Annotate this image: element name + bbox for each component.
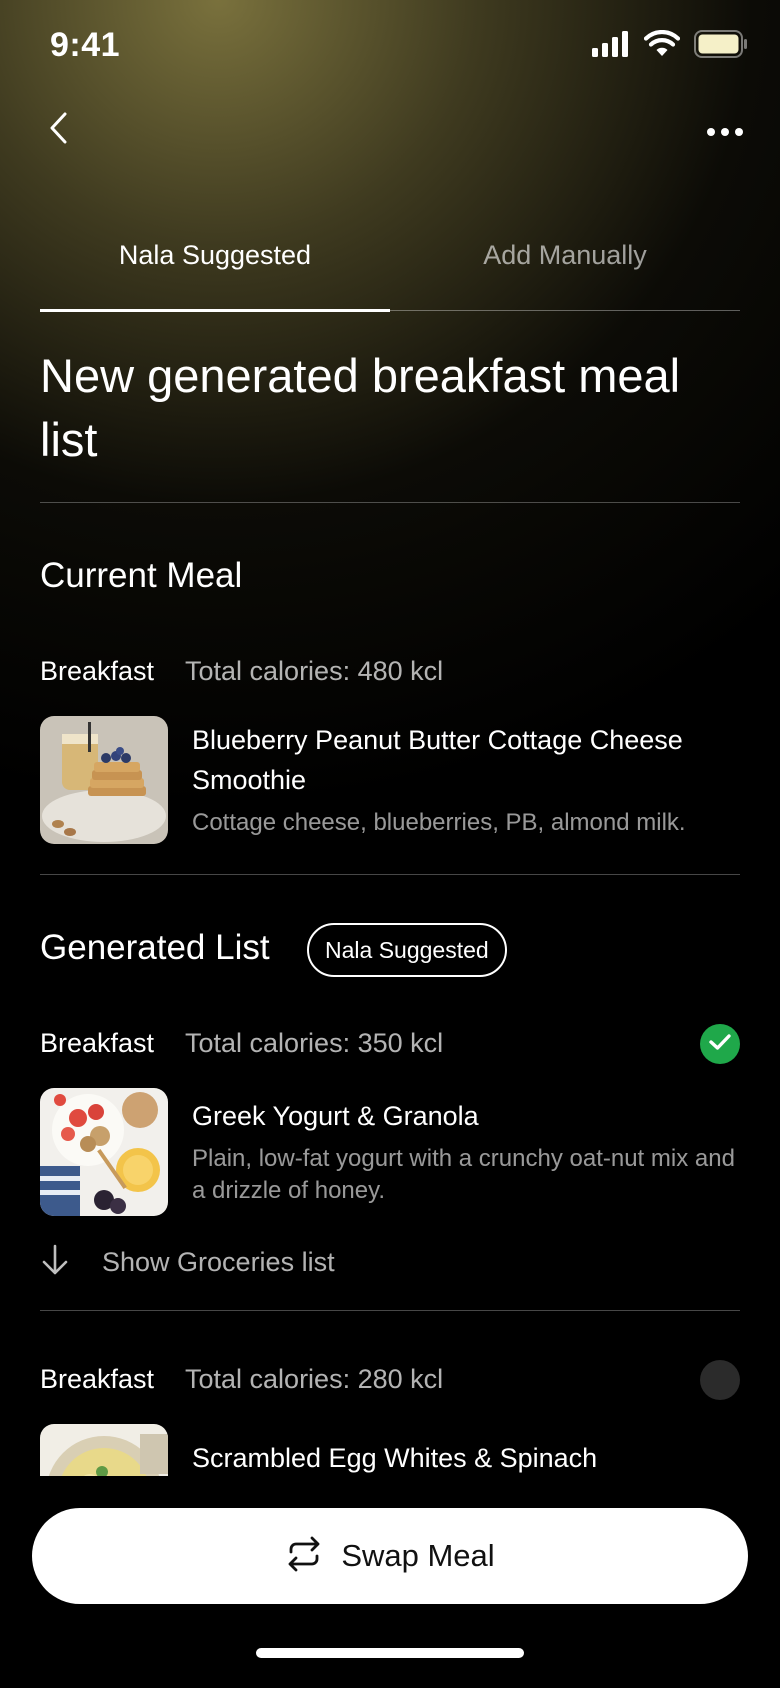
tab-bar: Nala Suggested Add Manually (40, 232, 740, 312)
calories-label: Total calories: 480 kcl (185, 656, 444, 686)
more-options-button[interactable] (700, 110, 750, 154)
meal-name: Greek Yogurt & Granola (192, 1101, 479, 1131)
show-groceries-toggle[interactable]: Show Groceries list (40, 1240, 335, 1284)
divider (40, 1310, 740, 1311)
tab-add-manually[interactable]: Add Manually (390, 232, 740, 271)
meal-type-label: Breakfast (40, 1364, 155, 1394)
chevron-left-icon (47, 111, 69, 150)
meal-type-label: Breakfast (40, 1028, 155, 1058)
status-icons (592, 30, 748, 63)
page-title: New generated breakfast meal list (40, 349, 681, 466)
select-meal-checkbox[interactable] (700, 1024, 740, 1064)
battery-icon (694, 30, 748, 63)
more-dot (735, 128, 743, 136)
meal-type-label: Breakfast (40, 656, 155, 686)
meal-swap-screen: 9:41 Nala Suggested Add Manually New gen… (0, 0, 780, 1688)
show-groceries-label: Show Groceries list (102, 1246, 335, 1277)
select-meal-checkbox[interactable] (700, 1360, 740, 1400)
meal-image (40, 1088, 168, 1216)
current-meal-name: Blueberry Peanut Butter Cottage Cheese S… (192, 725, 683, 795)
more-horizontal-icon (707, 128, 715, 136)
current-meal-heading: Current Meal (40, 556, 243, 595)
meal-image (40, 1424, 168, 1476)
swap-meal-label: Swap Meal (341, 1538, 495, 1573)
more-dot (721, 128, 729, 136)
checkmark-icon (708, 1032, 732, 1057)
wifi-icon (643, 30, 681, 63)
divider (40, 874, 740, 875)
swap-arrows-icon (285, 1535, 323, 1578)
tab-nala-suggested[interactable]: Nala Suggested (40, 232, 390, 271)
current-meal-description: Cottage cheese, blueberries, PB, almond … (192, 809, 686, 836)
scroll-clip: Scrambled Egg Whites & Spinach (0, 1410, 780, 1476)
calories-label: Total calories: 280 kcl (185, 1364, 444, 1394)
meal-name: Scrambled Egg Whites & Spinach (192, 1443, 598, 1473)
generated-list-heading: Generated List (40, 928, 270, 967)
nala-suggested-badge: Nala Suggested (307, 923, 507, 977)
cellular-signal-icon (592, 31, 630, 62)
meal-description: Plain, low-fat yogurt with a crunchy oat… (192, 1145, 735, 1204)
home-indicator (256, 1648, 524, 1658)
calories-label: Total calories: 350 kcl (185, 1028, 444, 1058)
active-tab-indicator (40, 309, 390, 312)
divider (40, 502, 740, 503)
status-time: 9:41 (50, 26, 121, 64)
arrow-down-icon (40, 1243, 70, 1282)
back-button[interactable] (36, 108, 80, 152)
current-meal-image (40, 716, 168, 844)
swap-meal-button[interactable]: Swap Meal (32, 1508, 748, 1604)
